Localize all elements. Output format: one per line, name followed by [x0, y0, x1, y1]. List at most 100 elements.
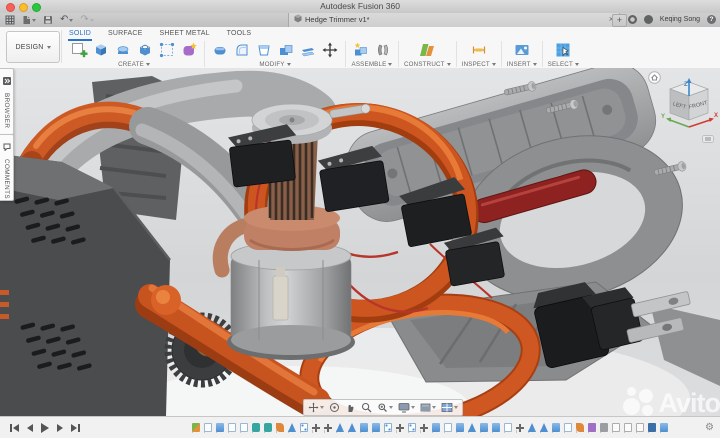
job-status-icon[interactable] [644, 15, 653, 24]
skip-to-end-button[interactable] [71, 424, 80, 432]
timeline-feature-move[interactable] [396, 423, 404, 432]
timeline-feature-extrude[interactable] [492, 423, 500, 432]
user-name[interactable]: Keqing Song [660, 16, 700, 23]
timeline-feature-sketch[interactable] [204, 423, 212, 432]
revolve-button[interactable] [113, 40, 133, 60]
zoom-icon[interactable] [361, 402, 372, 413]
timeline-feature-sketch[interactable] [228, 423, 236, 432]
timeline-feature-gray[interactable] [600, 423, 608, 432]
timeline-feature-tri[interactable] [528, 423, 536, 432]
redo-icon[interactable]: ↷ [80, 15, 93, 25]
timeline-feature-move[interactable] [516, 423, 524, 432]
comments-panel-tab[interactable]: COMMENTS [0, 134, 14, 201]
timeline-feature-extrude[interactable] [552, 423, 560, 432]
construct-group-label[interactable]: CONSTRUCT [404, 61, 451, 68]
timeline-feature-loft[interactable] [576, 423, 584, 432]
timeline-feature-teal[interactable] [264, 423, 272, 432]
assemble-group-label[interactable]: ASSEMBLE [352, 61, 393, 68]
navigation-bar [303, 399, 463, 416]
select-button[interactable] [553, 40, 573, 60]
create-form-button[interactable] [179, 40, 199, 60]
joint-button[interactable] [373, 40, 393, 60]
pan-orbit-icon[interactable] [308, 402, 324, 413]
create-sketch-button[interactable] [69, 40, 89, 60]
timeline-feature-doc[interactable] [636, 423, 644, 432]
move-copy-button[interactable] [320, 40, 340, 60]
browser-panel-tab[interactable]: BROWSER [0, 68, 14, 135]
timeline-feature-sketch[interactable] [504, 423, 512, 432]
timeline-feature-extrude[interactable] [360, 423, 368, 432]
axis-z-label: Z [684, 82, 688, 88]
timeline-feature-extrude[interactable] [372, 423, 380, 432]
combine-button[interactable] [276, 40, 296, 60]
timeline-feature-extrude[interactable] [660, 423, 668, 432]
extensions-icon[interactable] [628, 15, 637, 24]
timeline-feature-pattern[interactable] [384, 423, 392, 432]
timeline-feature-sketch[interactable] [564, 423, 572, 432]
offset-face-button[interactable] [298, 40, 318, 60]
timeline-feature-tri[interactable] [348, 423, 356, 432]
display-settings-icon[interactable] [398, 402, 415, 413]
timeline-feature-doc[interactable] [624, 423, 632, 432]
timeline-feature-pattern[interactable] [300, 423, 308, 432]
orbit-icon[interactable] [329, 402, 340, 413]
viewport[interactable]: BROWSER COMMENTS LEFT FRONT Z [0, 68, 720, 416]
pan-hand-icon[interactable] [345, 402, 356, 413]
shell-button[interactable] [254, 40, 274, 60]
hole-button[interactable] [135, 40, 155, 60]
comments-icon [3, 138, 11, 156]
new-component-button[interactable] [351, 40, 371, 60]
timeline-feature-move[interactable] [420, 423, 428, 432]
timeline-feature-move[interactable] [324, 423, 332, 432]
construct-plane-button[interactable] [417, 40, 437, 60]
select-group-label[interactable]: SELECT [548, 61, 579, 68]
timeline-feature-teal[interactable] [252, 423, 260, 432]
timeline-feature-extrude[interactable] [456, 423, 464, 432]
timeline-feature-sketch[interactable] [444, 423, 452, 432]
timeline-feature-extrude[interactable] [432, 423, 440, 432]
file-menu-icon[interactable] [22, 15, 36, 25]
data-panel-icon[interactable] [5, 15, 15, 25]
timeline-settings-gear-icon[interactable]: ⚙ [705, 423, 714, 433]
undo-icon[interactable]: ↶ [60, 15, 73, 25]
fit-view-icon[interactable] [377, 402, 393, 413]
insert-group-label[interactable]: INSERT [507, 61, 537, 68]
play-button[interactable] [41, 423, 49, 433]
insert-canvas-button[interactable] [512, 40, 532, 60]
fillet-button[interactable] [232, 40, 252, 60]
timeline-feature-loft[interactable] [276, 423, 284, 432]
extrude-button[interactable] [91, 40, 111, 60]
timeline-feature-extrude[interactable] [480, 423, 488, 432]
timeline-feature-move[interactable] [312, 423, 320, 432]
sketch-dimension-button[interactable] [157, 40, 177, 60]
timeline-feature-tri[interactable] [468, 423, 476, 432]
timeline-feature-dark[interactable] [648, 423, 656, 432]
step-forward-button[interactable] [57, 424, 63, 432]
timeline-feature-sketch[interactable] [240, 423, 248, 432]
step-back-button[interactable] [27, 424, 33, 432]
viewports-icon[interactable] [441, 402, 458, 413]
timeline-feature-plane[interactable] [192, 423, 200, 432]
document-tab[interactable]: Hedge Trimmer v1* × [288, 13, 620, 27]
new-document-tab-button[interactable]: + [612, 14, 627, 27]
timeline-feature-tri[interactable] [336, 423, 344, 432]
modify-group-label[interactable]: MODIFY [259, 61, 290, 68]
create-group-label[interactable]: CREATE [118, 61, 150, 68]
press-pull-button[interactable] [210, 40, 230, 60]
timeline-feature-doc[interactable] [612, 423, 620, 432]
workspace-selector[interactable]: DESIGN [6, 31, 60, 63]
save-icon[interactable] [43, 15, 53, 25]
chevron-down-icon [69, 19, 73, 22]
measure-button[interactable] [469, 40, 489, 60]
timeline-feature-purple[interactable] [588, 423, 596, 432]
timeline-feature-extrude[interactable] [216, 423, 224, 432]
timeline-feature-pattern[interactable] [408, 423, 416, 432]
inspect-group-label[interactable]: INSPECT [462, 61, 496, 68]
skip-to-start-button[interactable] [10, 424, 19, 432]
help-icon[interactable]: ? [707, 15, 716, 24]
viewport-canvas[interactable] [0, 68, 720, 416]
timeline-feature-tri[interactable] [288, 423, 296, 432]
grid-settings-icon[interactable] [420, 402, 436, 413]
timeline-feature-tri[interactable] [540, 423, 548, 432]
viewcube-menu-icon[interactable] [702, 130, 714, 148]
